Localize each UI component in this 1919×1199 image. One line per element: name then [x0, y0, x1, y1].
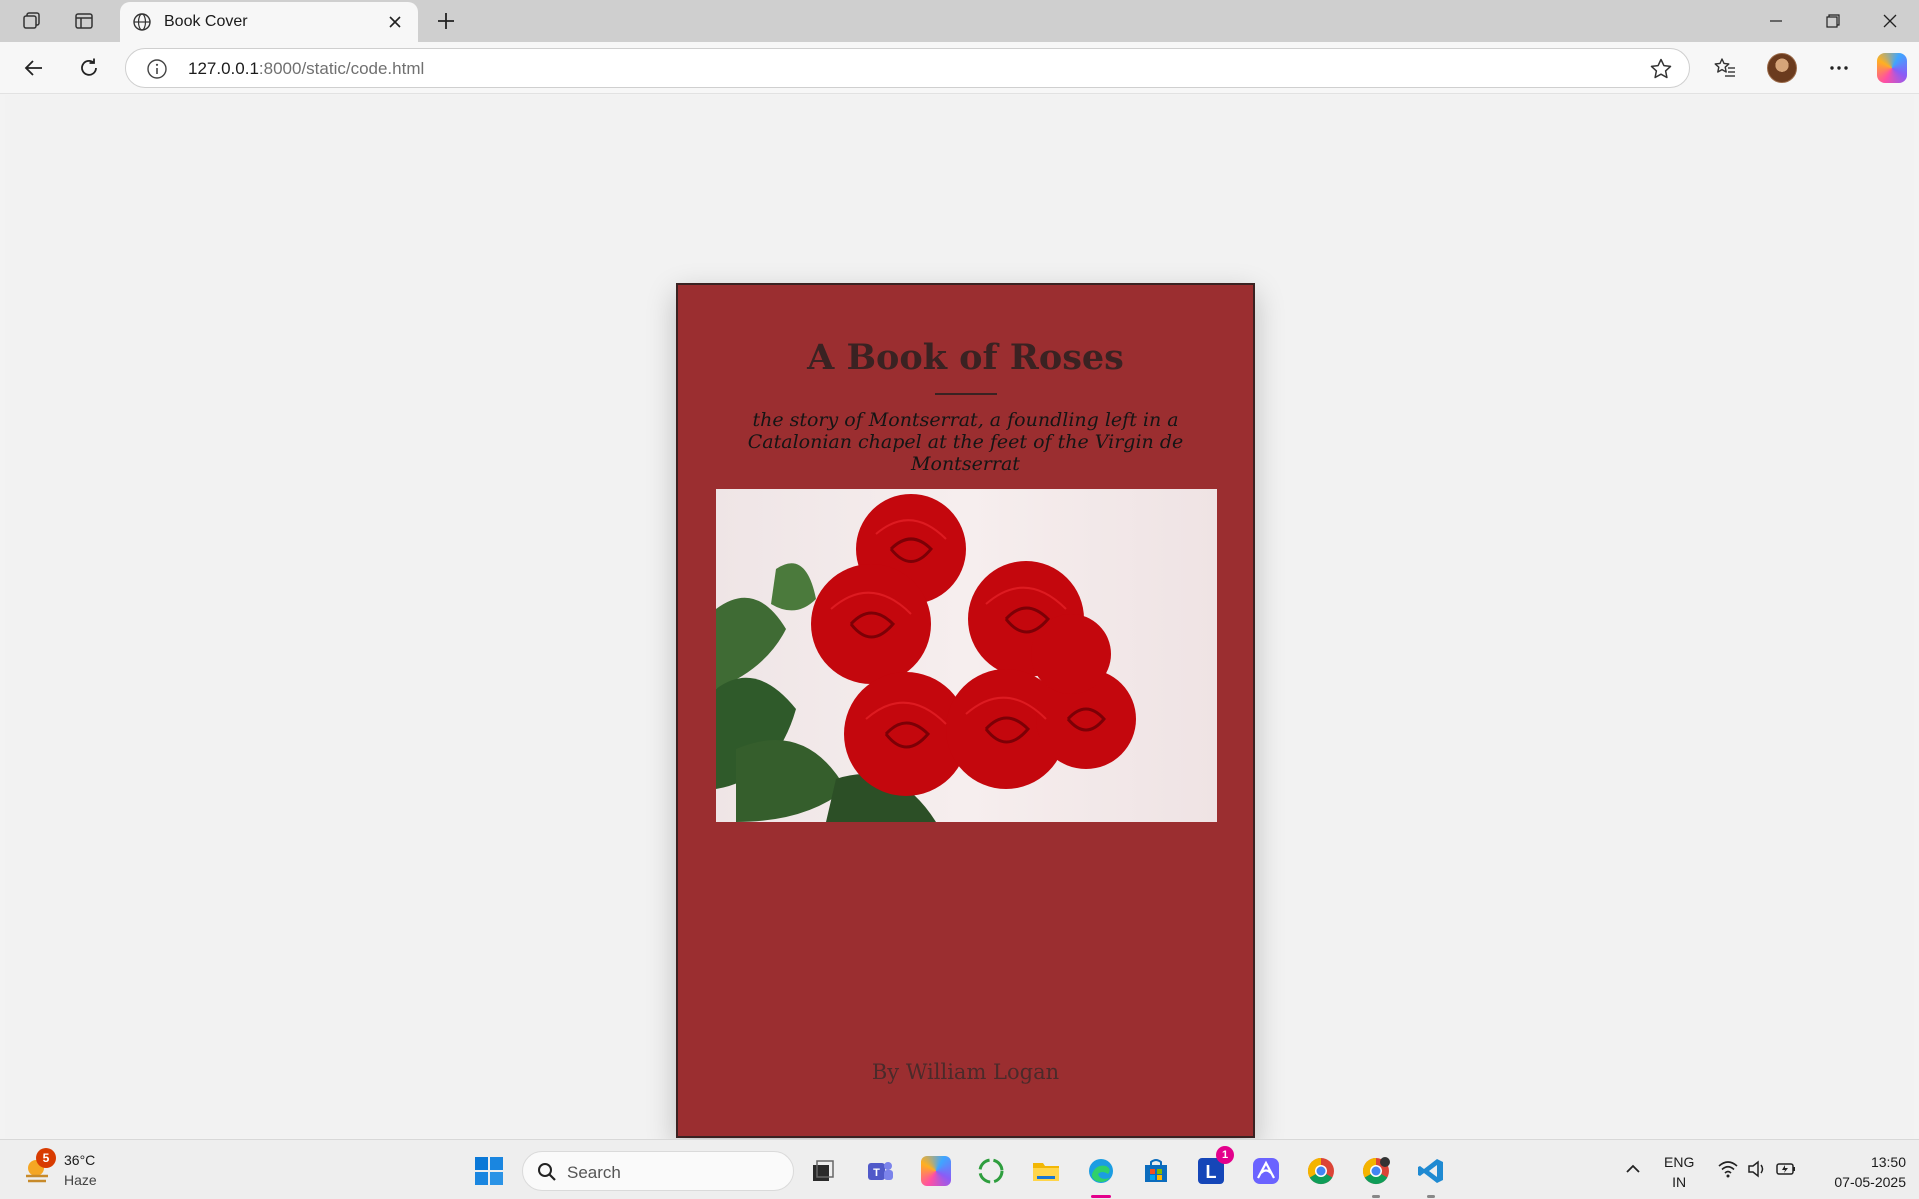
show-hidden-icons-chevron-icon[interactable]	[1622, 1158, 1644, 1180]
copilot-icon[interactable]	[1877, 53, 1907, 83]
arc-app[interactable]	[1247, 1152, 1285, 1190]
back-button[interactable]	[15, 50, 53, 86]
tab-strip: Book Cover	[0, 0, 1919, 42]
store-app[interactable]	[1137, 1152, 1175, 1190]
volume-icon[interactable]	[1746, 1158, 1768, 1180]
minimize-button[interactable]	[1748, 0, 1804, 42]
edge-app[interactable]	[1082, 1152, 1120, 1198]
sync-app[interactable]	[972, 1152, 1010, 1190]
system-clock[interactable]: 13:50 07-05-2025	[1806, 1152, 1906, 1192]
windows-logo-icon	[475, 1157, 503, 1185]
address-bar[interactable]: 127.0.0.1:8000/static/code.html	[125, 48, 1690, 88]
search-placeholder: Search	[567, 1163, 621, 1182]
book-subtitle: the story of Montserrat, a foundling lef…	[747, 409, 1184, 475]
book-title: A Book of Roses	[807, 337, 1124, 378]
svg-text:T: T	[873, 1167, 880, 1179]
reload-button[interactable]	[70, 50, 108, 86]
wifi-icon[interactable]	[1717, 1158, 1739, 1180]
lang-code: ENG	[1664, 1154, 1695, 1170]
page-viewport: A Book of Roses the story of Montserrat,…	[5, 95, 1914, 1138]
file-explorer-app[interactable]	[1027, 1152, 1065, 1190]
close-window-button[interactable]	[1862, 0, 1918, 42]
edge-active-indicator	[1091, 1195, 1111, 1198]
roses-image	[716, 489, 1217, 822]
task-view-app[interactable]	[804, 1152, 842, 1190]
chrome-running-indicator	[1372, 1195, 1380, 1198]
profile-avatar[interactable]	[1767, 53, 1797, 83]
weather-temperature[interactable]: 36°C	[64, 1152, 95, 1168]
favorite-star-icon[interactable]	[1649, 57, 1673, 81]
tab-book-cover[interactable]: Book Cover	[120, 2, 418, 42]
input-language[interactable]: ENG IN	[1664, 1152, 1694, 1192]
svg-text:L: L	[1206, 1162, 1217, 1182]
weather-condition[interactable]: Haze	[64, 1172, 97, 1188]
taskbar: 5 36°C Haze Search T L 1 ENG IN 13:50 07…	[0, 1139, 1919, 1199]
vertical-tabs-icon[interactable]	[66, 6, 102, 36]
weather-alert-badge: 5	[36, 1148, 56, 1168]
clock-date: 07-05-2025	[1834, 1174, 1906, 1190]
chrome-app[interactable]	[1302, 1152, 1340, 1190]
l-app-badge: 1	[1216, 1146, 1234, 1164]
more-options-icon[interactable]	[1820, 50, 1858, 86]
tab-title: Book Cover	[164, 13, 248, 30]
copilot-app[interactable]	[917, 1152, 955, 1190]
site-info-icon[interactable]	[146, 58, 168, 80]
vscode-app[interactable]	[1412, 1152, 1450, 1198]
battery-icon[interactable]	[1775, 1158, 1797, 1180]
teams-app[interactable]: T	[861, 1152, 899, 1190]
title-divider	[935, 393, 997, 395]
lang-region: IN	[1672, 1174, 1687, 1190]
l-app[interactable]: L 1	[1192, 1146, 1234, 1190]
vscode-running-indicator	[1427, 1195, 1435, 1198]
chrome-profile-app[interactable]	[1357, 1152, 1395, 1198]
globe-icon	[133, 13, 151, 31]
taskbar-search[interactable]: Search	[522, 1151, 794, 1191]
start-button[interactable]	[474, 1156, 504, 1186]
search-icon	[538, 1163, 556, 1181]
close-tab-icon[interactable]	[384, 11, 406, 33]
workspaces-icon[interactable]	[14, 6, 50, 36]
browser-toolbar: 127.0.0.1:8000/static/code.html	[0, 42, 1919, 94]
favorites-icon[interactable]	[1706, 50, 1744, 86]
book-author: By William Logan	[871, 1060, 1060, 1084]
restore-button[interactable]	[1805, 0, 1861, 42]
url-text[interactable]: 127.0.0.1:8000/static/code.html	[188, 59, 424, 79]
new-tab-button[interactable]	[428, 6, 464, 36]
book-cover: A Book of Roses the story of Montserrat,…	[676, 283, 1255, 1138]
clock-time: 13:50	[1870, 1154, 1906, 1170]
